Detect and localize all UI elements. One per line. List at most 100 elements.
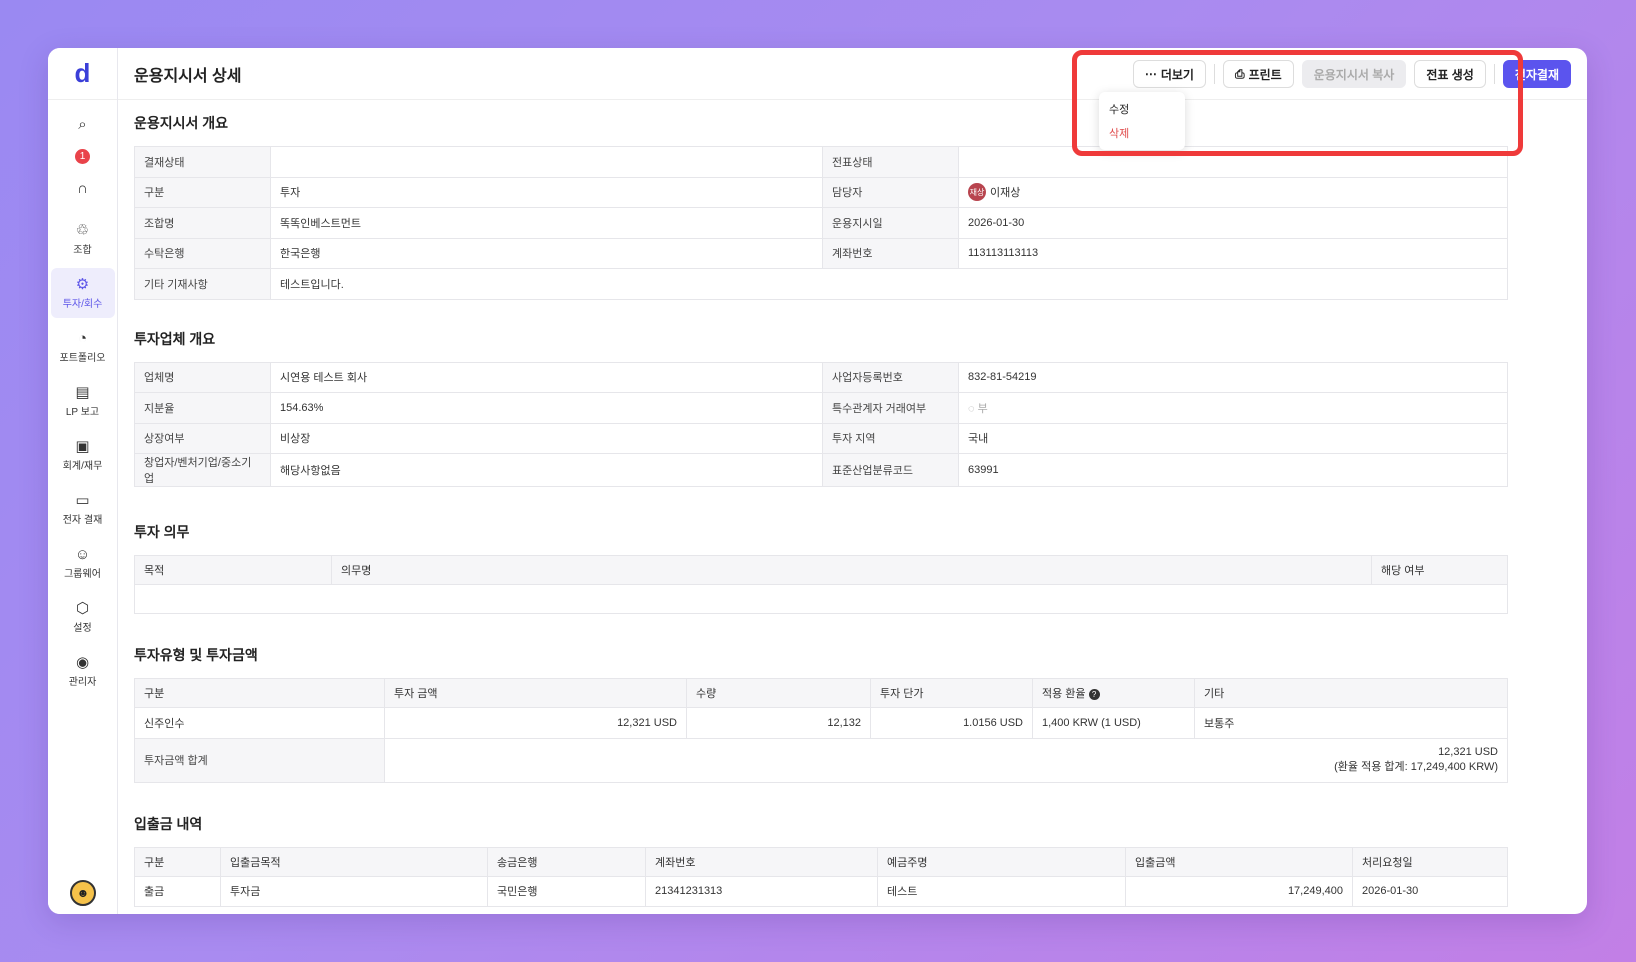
app-logo[interactable]: d	[48, 48, 117, 100]
field-label: 특수관계자 거래여부	[822, 392, 959, 424]
sidebar-item-admin[interactable]: ◉ 관리자	[51, 646, 115, 696]
table-total-row: 투자금액 합계 12,321 USD (환율 적용 합계: 17,249,400 …	[134, 737, 1508, 783]
column-header: 수량	[686, 678, 871, 708]
notification-badge: 1	[75, 148, 90, 164]
sidebar-item-portfolio[interactable]: ◔ 포트폴리오	[51, 322, 115, 372]
related-party-field: ◌ 부	[958, 392, 1508, 424]
total-krw: (환율 적용 합계: 17,249,400 KRW)	[1334, 761, 1498, 773]
print-label: 프린트	[1248, 67, 1282, 82]
column-header: 구분	[134, 846, 221, 877]
more-button[interactable]: ⋯ 더보기	[1132, 60, 1206, 88]
field-label: 업체명	[134, 361, 271, 393]
print-button[interactable]: ⎙ 프린트	[1222, 60, 1294, 88]
manager-avatar: 재상	[968, 183, 986, 202]
field-label: 표준산업분류코드	[822, 453, 959, 487]
section-title-company: 투자업체 개요	[134, 330, 216, 347]
table-row: 기타 기재사항 테스트입니다.	[134, 268, 1508, 300]
column-header-label: 적용 환율	[1042, 688, 1086, 700]
page-header: 운용지시서 상세 ⋯ 더보기 ⎙ 프린트 운용지시서 복사 전표 생성 전자결재	[118, 48, 1587, 100]
report-icon: ▤	[75, 383, 90, 401]
table-row: 구분 투자 담당자 재상 이재상	[134, 176, 1508, 208]
sidebar-item-label: LP 보고	[65, 406, 100, 418]
field-value: 비상장	[270, 422, 823, 454]
column-header: 처리요청일	[1352, 846, 1508, 877]
sidebar-item-label: 조합	[73, 244, 92, 256]
field-value: 154.63%	[270, 392, 823, 424]
table-cell: 국민은행	[487, 875, 646, 907]
table-row: 창업자/벤처기업/중소기업 해당사항없음 표준산업분류코드 63991	[134, 453, 1508, 487]
table-cell: 출금	[134, 875, 221, 907]
overview-table: 결재상태 전표상태 구분 투자 담당자 재상 이재상 조합명 똑똑인베스트먼트 운…	[134, 146, 1508, 300]
column-header: 목적	[134, 555, 332, 585]
field-label: 운용지시일	[822, 207, 959, 239]
investment-table: 구분 투자 금액 수량 투자 단가 적용 환율? 기타 신주인수 12,321 …	[134, 678, 1508, 783]
table-header-row: 구분 입출금목적 송금은행 계좌번호 예금주명 입출금액 처리요청일	[134, 846, 1508, 877]
table-cell: 신주인수	[134, 707, 385, 739]
help-icon[interactable]: ?	[1088, 689, 1100, 700]
toolbar-divider	[1213, 64, 1215, 84]
table-cell: 17,249,400	[1125, 875, 1353, 907]
sidebar-item-label: 설정	[73, 622, 92, 634]
sidebar-item-approval[interactable]: ▭ 전자 결재	[51, 484, 115, 534]
sidebar-item-invest[interactable]: ⚙ 투자/회수	[50, 268, 115, 318]
field-label: 상장여부	[134, 422, 271, 454]
duty-table: 목적 의무명 해당 여부	[134, 555, 1508, 614]
avatar[interactable]: ☻	[70, 880, 96, 906]
column-header: 송금은행	[487, 846, 646, 877]
sidebar-item-label: 관리자	[68, 676, 97, 688]
sidebar-item-settings[interactable]: ⬡ 설정	[51, 592, 115, 642]
total-value: 12,321 USD (환율 적용 합계: 17,249,400 KRW)	[384, 737, 1508, 783]
approval-icon: ▭	[75, 491, 90, 509]
union-icon: ♲	[75, 221, 90, 239]
menu-item-edit[interactable]: 수정	[1109, 98, 1175, 122]
manager-field: 재상 이재상	[958, 176, 1508, 208]
column-header: 해당 여부	[1371, 555, 1508, 585]
invest-icon: ⚙	[75, 275, 90, 293]
field-label: 구분	[134, 176, 271, 208]
field-value	[270, 146, 823, 178]
table-row: 상장여부 비상장 투자 지역 국내	[134, 422, 1508, 454]
field-value: 2026-01-30	[958, 207, 1508, 239]
printer-icon: ⎙	[1234, 66, 1245, 81]
sidebar-item-lp-report[interactable]: ▤ LP 보고	[51, 376, 115, 426]
table-header-row: 목적 의무명 해당 여부	[134, 555, 1508, 585]
more-icon: ⋯	[1144, 67, 1157, 81]
column-header: 입출금목적	[220, 846, 488, 877]
table-row: 업체명 시연용 테스트 회사 사업자등록번호 832-81-54219	[134, 361, 1508, 393]
company-table: 업체명 시연용 테스트 회사 사업자등록번호 832-81-54219 지분율 …	[134, 361, 1508, 487]
field-label: 결재상태	[134, 146, 271, 178]
create-voucher-button[interactable]: 전표 생성	[1414, 60, 1486, 88]
page-title: 운용지시서 상세	[134, 67, 242, 85]
field-value: 투자	[270, 176, 823, 208]
table-row	[134, 584, 1508, 614]
sidebar-item-label: 그룹웨어	[64, 568, 101, 580]
field-label: 전표상태	[822, 146, 959, 178]
field-label: 사업자등록번호	[822, 361, 959, 393]
main-content: 운용지시서 개요 결재상태 전표상태 구분 투자 담당자 재상 이재상 조합명 똑…	[134, 100, 1508, 914]
field-value: 테스트입니다.	[270, 268, 1508, 300]
copy-order-button[interactable]: 운용지시서 복사	[1301, 60, 1407, 88]
column-header: 구분	[134, 678, 385, 708]
field-label: 투자 지역	[822, 422, 959, 454]
total-label: 투자금액 합계	[134, 737, 385, 783]
field-value: 해당사항없음	[270, 453, 823, 487]
sidebar-item-label: 회계/재무	[62, 460, 103, 472]
more-label: 더보기	[1160, 67, 1194, 82]
section-title-duty: 투자 의무	[134, 524, 190, 540]
field-label: 계좌번호	[822, 237, 959, 269]
notification-button[interactable]: 1	[48, 140, 117, 172]
field-label: 기타 기재사항	[134, 268, 271, 300]
total-usd: 12,321 USD	[1438, 746, 1498, 758]
sidebar-item-label: 투자/회수	[62, 298, 103, 310]
headset-icon[interactable]: ∩	[48, 172, 117, 204]
sidebar-item-groupware[interactable]: ☺ 그룹웨어	[51, 538, 115, 588]
e-approval-button[interactable]: 전자결재	[1502, 60, 1571, 88]
field-label: 지분율	[134, 392, 271, 424]
search-icon[interactable]: ⌕	[48, 108, 117, 140]
sidebar-item-accounting[interactable]: ▣ 회계/재무	[51, 430, 115, 480]
sidebar-item-union[interactable]: ♲ 조합	[51, 214, 115, 264]
section-title-overview: 운용지시서 개요	[134, 115, 229, 131]
menu-item-delete[interactable]: 삭제	[1109, 122, 1175, 146]
table-cell: 12,321 USD	[384, 707, 687, 739]
manager-name: 이재상	[990, 187, 1021, 200]
